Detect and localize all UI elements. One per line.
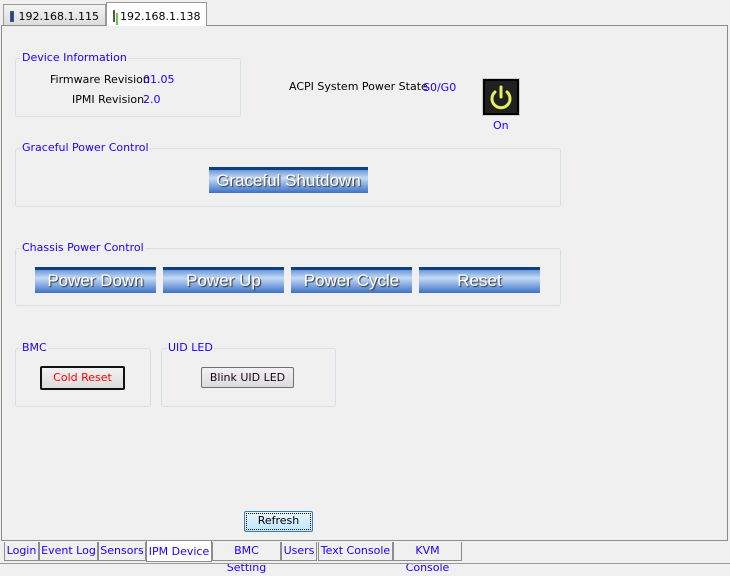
graceful-shutdown-button[interactable]: Graceful Shutdown xyxy=(209,167,368,193)
graceful-power-title: Graceful Power Control xyxy=(21,141,150,154)
power-status: On xyxy=(493,119,509,132)
monitor-icon xyxy=(10,11,14,22)
blink-uid-led-button[interactable]: Blink UID LED xyxy=(201,367,294,388)
power-up-button[interactable]: Power Up xyxy=(163,267,284,293)
chassis-power-title: Chassis Power Control xyxy=(21,241,145,254)
ipmi-value: 2.0 xyxy=(143,93,161,106)
firmware-value: 01.05 xyxy=(143,73,175,86)
bottom-divider xyxy=(0,563,730,564)
refresh-button[interactable]: Refresh xyxy=(244,511,313,532)
tab-host-138[interactable]: 192.168.1.138 xyxy=(106,2,207,26)
tab-text-console[interactable]: Text Console xyxy=(318,542,393,561)
tab-kvm-console[interactable]: KVM Console xyxy=(393,542,462,574)
acpi-label: ACPI System Power State xyxy=(289,80,428,93)
power-down-button[interactable]: Power Down xyxy=(35,267,156,293)
tab-bmc-setting[interactable]: BMC Setting xyxy=(212,542,281,574)
power-cycle-button[interactable]: Power Cycle xyxy=(291,267,412,293)
network-monitor-icon xyxy=(113,10,115,22)
tab-users[interactable]: Users xyxy=(281,542,317,561)
tab-host-115[interactable]: 192.168.1.115 xyxy=(3,4,106,25)
firmware-label: Firmware Revision xyxy=(50,73,150,86)
power-button[interactable] xyxy=(482,78,520,116)
tab-login[interactable]: Login xyxy=(4,542,39,561)
cold-reset-button[interactable]: Cold Reset xyxy=(40,366,125,390)
device-information-group: Device Information xyxy=(15,51,241,117)
acpi-value: S0/G0 xyxy=(423,81,457,94)
reset-button[interactable]: Reset xyxy=(419,267,540,293)
power-icon xyxy=(490,85,512,110)
tab-ipm-device[interactable]: IPM Device xyxy=(146,541,212,562)
ipmi-label: IPMI Revision xyxy=(72,93,145,106)
tab-event-log[interactable]: Event Log xyxy=(39,542,98,561)
device-information-title: Device Information xyxy=(21,51,128,64)
tab-sensors[interactable]: Sensors xyxy=(98,542,146,561)
bmc-title: BMC xyxy=(21,341,48,354)
uid-led-title: UID LED xyxy=(167,341,214,354)
